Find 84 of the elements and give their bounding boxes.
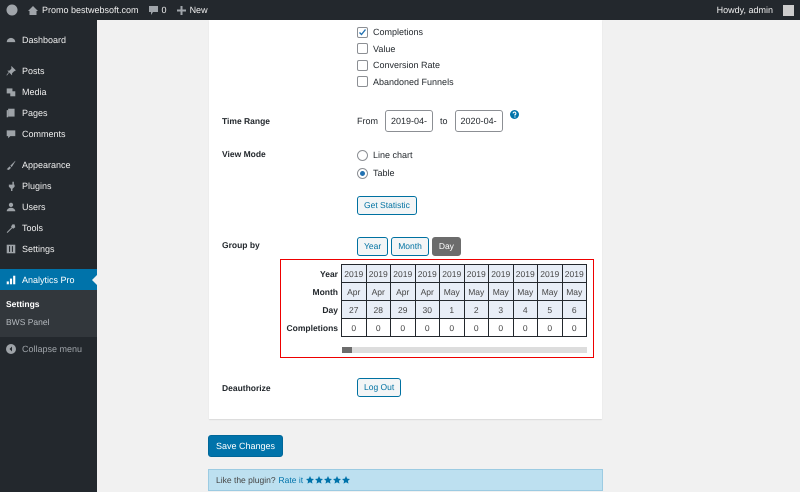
field-label: View Mode — [222, 149, 267, 161]
row-header: Year — [284, 264, 342, 282]
table-cell: Apr — [390, 282, 415, 300]
sidebar-item[interactable]: Analytics Pro — [0, 269, 97, 290]
table-cell: May — [440, 282, 464, 300]
radio-label: Line chart — [373, 150, 413, 160]
table-cell: 0 — [390, 318, 415, 336]
log-out-button[interactable]: Log Out — [357, 378, 402, 397]
collapse-menu-link[interactable]: Collapse menu — [22, 344, 82, 354]
notice-text: Like the plugin? — [216, 475, 276, 485]
row-header: Day — [284, 300, 342, 318]
new-link[interactable]: New — [190, 5, 208, 15]
table-cell: 2019 — [390, 264, 415, 282]
table-cell: 1 — [440, 300, 464, 318]
table-cell: 0 — [513, 318, 538, 336]
sidebar-item[interactable]: Dashboard — [0, 29, 97, 50]
site-name-link[interactable]: Promo bestwebsoft.com — [42, 5, 139, 15]
get-statistic-button[interactable]: Get Statistic — [357, 196, 417, 215]
sidebar-item[interactable]: Settings — [0, 238, 97, 259]
table-cell: 5 — [538, 300, 562, 318]
checkbox-label: Conversion Rate — [373, 60, 440, 70]
table-cell: 2019 — [488, 264, 513, 282]
group-by-button[interactable]: Month — [391, 237, 429, 256]
submenu-item[interactable]: Settings — [0, 295, 97, 313]
table-cell: 6 — [562, 300, 586, 318]
row-header: Completions — [284, 318, 342, 336]
sidebar-item[interactable]: Appearance — [0, 154, 97, 175]
save-changes-button[interactable]: Save Changes — [208, 435, 284, 457]
table-cell: Apr — [366, 282, 390, 300]
table-cell: 0 — [342, 318, 366, 336]
table-cell: 0 — [488, 318, 513, 336]
group-by-button[interactable]: Day — [432, 237, 461, 256]
table-cell: 2019 — [562, 264, 586, 282]
table-cell: 0 — [538, 318, 562, 336]
table-cell: 29 — [390, 300, 415, 318]
field-label: Time Range — [222, 116, 272, 126]
sidebar-item[interactable]: Tools — [0, 217, 97, 238]
table-cell: 3 — [488, 300, 513, 318]
group-by-button[interactable]: Year — [357, 237, 388, 256]
table-cell: 28 — [366, 300, 390, 318]
row-header: Month — [284, 282, 342, 300]
table-cell: 0 — [440, 318, 464, 336]
table-cell: Apr — [415, 282, 440, 300]
submenu-item[interactable]: BWS Panel — [0, 313, 97, 331]
table-cell: 30 — [415, 300, 440, 318]
table-cell: May — [538, 282, 562, 300]
date-field[interactable]: 2019-04- — [385, 110, 434, 132]
table-cell: 2 — [464, 300, 488, 318]
to-label: to — [440, 116, 448, 126]
date-field[interactable]: 2020-04- — [454, 110, 503, 132]
table-cell: 27 — [342, 300, 366, 318]
comment-count[interactable]: 0 — [162, 5, 167, 15]
checkbox-label: Value — [373, 44, 396, 54]
table-cell: 2019 — [415, 264, 440, 282]
table-cell: 2019 — [342, 264, 366, 282]
table-cell: 0 — [464, 318, 488, 336]
radio-label: Table — [373, 168, 395, 178]
sidebar-item[interactable]: Plugins — [0, 175, 97, 196]
table-cell: 2019 — [366, 264, 390, 282]
table-cell: 2019 — [440, 264, 464, 282]
checkbox-label: Abandoned Funnels — [373, 76, 454, 87]
sidebar-item[interactable]: Comments — [0, 123, 97, 144]
sidebar-item[interactable]: Users — [0, 196, 97, 217]
rate-link[interactable]: Rate it — [278, 475, 304, 485]
table-cell: 2019 — [464, 264, 488, 282]
table-cell: 0 — [562, 318, 586, 336]
greeting-link[interactable]: Howdy, admin — [716, 5, 773, 15]
table-cell: 2019 — [513, 264, 538, 282]
sidebar-item[interactable]: Posts — [0, 60, 97, 81]
field-label: Group by — [222, 240, 261, 252]
table-cell: Apr — [342, 282, 366, 300]
table-cell: 2019 — [538, 264, 562, 282]
field-label: Deauthorize — [222, 382, 272, 392]
table-cell: May — [488, 282, 513, 300]
table-cell: 4 — [513, 300, 538, 318]
from-label: From — [357, 116, 378, 126]
table-cell: 0 — [415, 318, 440, 336]
table-cell: 0 — [366, 318, 390, 336]
table-cell: May — [513, 282, 538, 300]
sidebar-item[interactable]: Pages — [0, 102, 97, 123]
table-cell: May — [464, 282, 488, 300]
table-cell: May — [562, 282, 586, 300]
sidebar-item[interactable]: Media — [0, 81, 97, 102]
checkbox-label: Completions — [373, 27, 424, 38]
